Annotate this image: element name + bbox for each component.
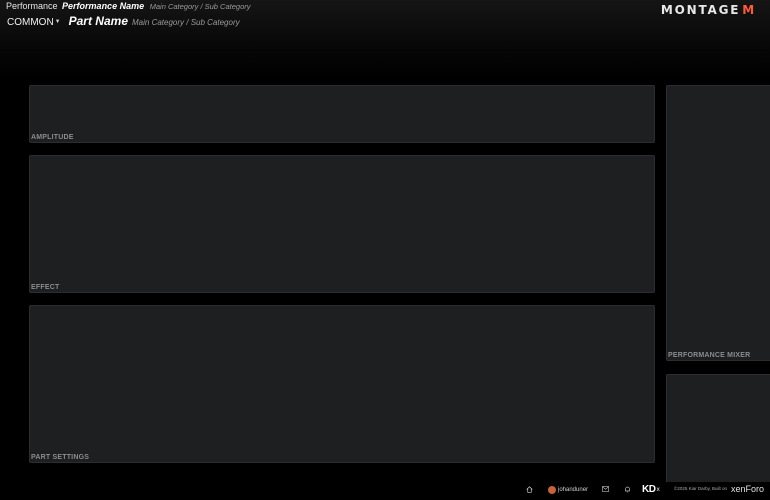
part-header: COMMON ▼ Part Name Main Category / Sub C… <box>7 14 240 28</box>
performance-label: Performance <box>6 1 58 11</box>
logo-text: MONTAGE <box>660 3 741 17</box>
xenforo-link[interactable]: xenForo <box>731 484 764 494</box>
performance-mixer-panel-label: PERFORMANCE MIXER <box>668 352 751 359</box>
forum-footer-bar: johanduner KD x ©2025 Kiar Darby, Built o… <box>0 482 770 500</box>
part-settings-panel: PART SETTINGS <box>29 305 655 463</box>
amplitude-panel-label: AMPLITUDE <box>31 134 74 141</box>
effect-panel: EFFECT <box>29 155 655 293</box>
kd-brand: KD <box>642 484 656 495</box>
bell-icon[interactable] <box>624 486 631 493</box>
logo-suffix: M <box>742 3 756 17</box>
part-settings-panel-label: PART SETTINGS <box>31 454 90 461</box>
performance-name[interactable]: Performance Name <box>62 1 144 11</box>
kd-logo[interactable]: KD x <box>642 484 660 495</box>
part-selector-dropdown[interactable]: COMMON ▼ <box>7 17 61 28</box>
montage-logo: MONTAGE M <box>661 3 756 17</box>
copyright-text: ©2025 Kiar Darby, Built on <box>674 486 728 491</box>
secondary-side-panel <box>666 374 770 484</box>
performance-category: Main Category / Sub Category <box>149 2 251 11</box>
performance-mixer-panel: PERFORMANCE MIXER <box>666 85 770 361</box>
effect-panel-label: EFFECT <box>31 284 60 291</box>
part-selector-label: COMMON <box>7 17 54 28</box>
part-category: Main Category / Sub Category <box>132 18 240 27</box>
performance-header: Performance Performance Name Main Catego… <box>6 1 251 11</box>
user-menu-link[interactable]: johanduner <box>548 486 588 494</box>
kd-brand-suffix: x <box>656 486 660 493</box>
home-icon[interactable] <box>526 486 533 493</box>
amplitude-panel: AMPLITUDE <box>29 85 655 143</box>
avatar <box>548 486 556 494</box>
part-name[interactable]: Part Name <box>69 14 128 28</box>
mail-icon[interactable] <box>602 486 609 492</box>
montage-editor-page: Performance Performance Name Main Catego… <box>0 0 770 500</box>
username: johanduner <box>558 487 589 493</box>
chevron-down-icon: ▼ <box>54 18 61 25</box>
